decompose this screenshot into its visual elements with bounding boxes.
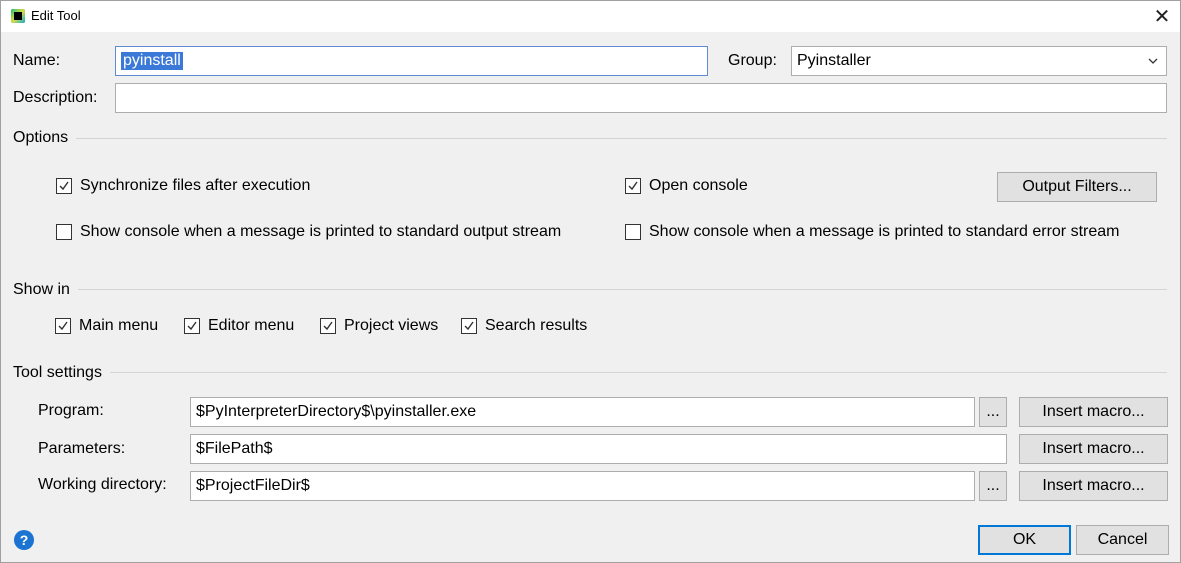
checkmark-icon xyxy=(464,321,474,331)
group-combobox[interactable]: Pyinstaller xyxy=(791,46,1167,76)
tool-settings-title: Tool settings xyxy=(13,364,110,382)
ok-button[interactable]: OK xyxy=(978,525,1071,555)
open-console-label: Open console xyxy=(649,177,748,194)
editor-menu-label: Editor menu xyxy=(208,317,295,334)
show-console-stderr-checkbox[interactable]: Show console when a message is printed t… xyxy=(625,223,1119,241)
group-combobox-value: Pyinstaller xyxy=(797,52,871,69)
close-icon: ✕ xyxy=(1153,6,1171,28)
checkbox-box xyxy=(625,178,641,194)
cancel-button[interactable]: Cancel xyxy=(1076,525,1169,555)
main-menu-checkbox[interactable]: Main menu xyxy=(55,317,158,335)
search-results-label: Search results xyxy=(485,317,588,334)
project-views-label: Project views xyxy=(344,317,439,334)
program-browse-button[interactable]: ... xyxy=(979,397,1007,427)
description-label: Description: xyxy=(13,89,98,106)
checkbox-box xyxy=(461,318,477,334)
output-filters-button[interactable]: Output Filters... xyxy=(997,172,1157,202)
program-input-value: $PyInterpreterDirectory$\pyinstaller.exe xyxy=(196,403,477,420)
search-results-checkbox[interactable]: Search results xyxy=(461,317,587,335)
show-console-stdout-checkbox[interactable]: Show console when a message is printed t… xyxy=(56,223,561,241)
checkmark-icon xyxy=(58,321,68,331)
show-console-stdout-label: Show console when a message is printed t… xyxy=(80,223,562,240)
checkmark-icon xyxy=(628,181,638,191)
close-button[interactable]: ✕ xyxy=(1144,1,1180,32)
project-views-checkbox[interactable]: Project views xyxy=(320,317,438,335)
sync-files-checkbox[interactable]: Synchronize files after execution xyxy=(56,177,310,195)
checkbox-box xyxy=(184,318,200,334)
name-input-value: pyinstall xyxy=(121,52,183,70)
working-directory-browse-button[interactable]: ... xyxy=(979,471,1007,501)
show-console-stderr-label: Show console when a message is printed t… xyxy=(649,223,1120,240)
checkmark-icon xyxy=(187,321,197,331)
options-divider xyxy=(13,138,1167,139)
checkmark-icon xyxy=(323,321,333,331)
parameters-input[interactable]: $FilePath$ xyxy=(190,434,1007,464)
help-icon[interactable]: ? xyxy=(14,530,34,550)
program-input[interactable]: $PyInterpreterDirectory$\pyinstaller.exe xyxy=(190,397,975,427)
program-insert-macro-button[interactable]: Insert macro... xyxy=(1019,397,1168,427)
checkbox-box xyxy=(56,224,72,240)
sync-files-label: Synchronize files after execution xyxy=(80,177,311,194)
show-in-title: Show in xyxy=(13,281,78,299)
show-in-divider xyxy=(13,289,1167,290)
description-input[interactable] xyxy=(115,83,1167,113)
title-bar: Edit Tool ✕ xyxy=(1,1,1180,32)
checkbox-box xyxy=(625,224,641,240)
pycharm-app-icon xyxy=(11,9,25,23)
open-console-checkbox[interactable]: Open console xyxy=(625,177,748,195)
working-directory-input[interactable]: $ProjectFileDir$ xyxy=(190,471,975,501)
working-directory-label: Working directory: xyxy=(38,476,167,493)
checkbox-box xyxy=(320,318,336,334)
parameters-insert-macro-button[interactable]: Insert macro... xyxy=(1019,434,1168,464)
checkbox-box xyxy=(55,318,71,334)
program-label: Program: xyxy=(38,402,104,419)
options-title: Options xyxy=(13,129,77,147)
working-directory-insert-macro-button[interactable]: Insert macro... xyxy=(1019,471,1168,501)
tool-settings-divider xyxy=(13,372,1167,373)
parameters-label: Parameters: xyxy=(38,440,126,457)
name-input[interactable]: pyinstall xyxy=(115,46,708,76)
window-title: Edit Tool xyxy=(31,8,81,23)
parameters-input-value: $FilePath$ xyxy=(196,440,273,457)
checkbox-box xyxy=(56,178,72,194)
chevron-down-icon xyxy=(1148,58,1158,64)
group-label: Group: xyxy=(728,52,777,69)
editor-menu-checkbox[interactable]: Editor menu xyxy=(184,317,294,335)
main-menu-label: Main menu xyxy=(79,317,159,334)
checkmark-icon xyxy=(59,181,69,191)
name-label: Name: xyxy=(13,52,61,69)
edit-tool-dialog: Edit Tool ✕ Name: pyinstall Group: Pyins… xyxy=(0,0,1181,563)
working-directory-input-value: $ProjectFileDir$ xyxy=(196,477,310,494)
